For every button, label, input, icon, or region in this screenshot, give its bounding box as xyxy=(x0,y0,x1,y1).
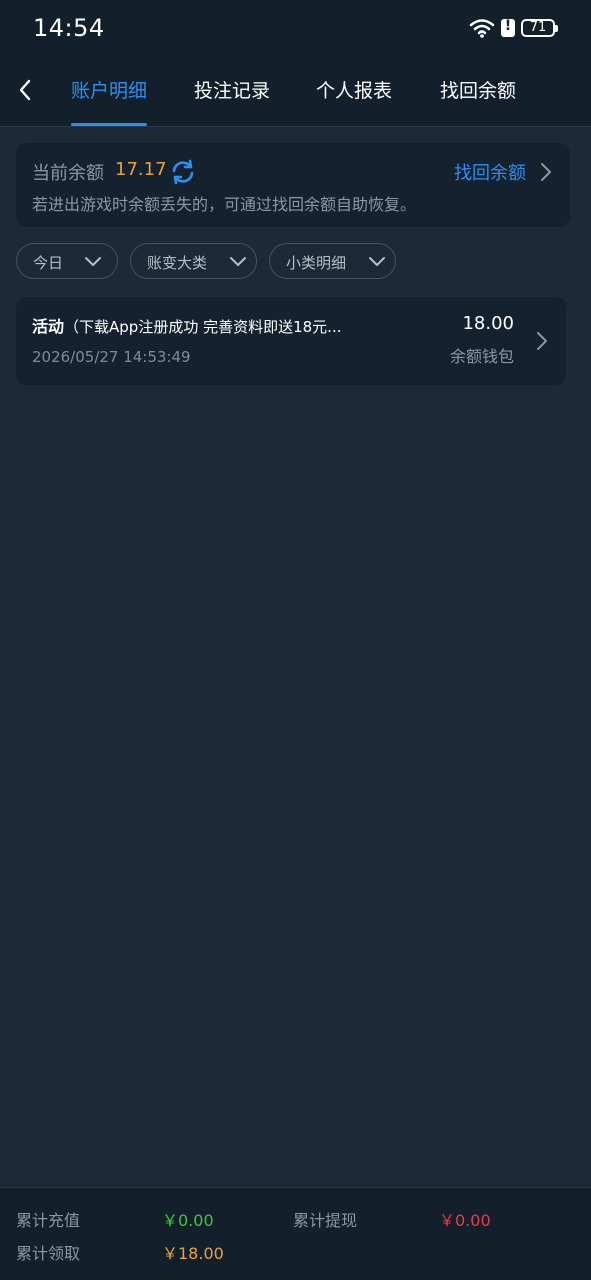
chevron-right-icon[interactable] xyxy=(538,161,554,183)
recover-balance-link[interactable]: 找回余额 xyxy=(454,159,526,185)
record-wallet: 余额钱包 xyxy=(449,347,514,366)
filter-label: 账变大类 xyxy=(147,254,208,272)
chevron-right-icon xyxy=(537,332,547,350)
tab-recover-balance[interactable]: 找回余额 xyxy=(440,76,516,126)
tab-label: 账户明细 xyxy=(71,80,148,102)
tab-label: 个人报表 xyxy=(316,80,393,102)
withdraw-value: ￥0.00 xyxy=(439,1211,491,1230)
record-description: （下载App注册成功 完善资料即送18元... xyxy=(64,318,342,336)
battery-icon: 71 xyxy=(521,19,558,37)
alert-icon xyxy=(501,18,515,37)
tab-active-indicator xyxy=(71,123,148,126)
screen: 14:54 71 账户明细 投注记录 个人报表 找回余额 xyxy=(0,0,591,1280)
status-icons: 71 xyxy=(469,16,558,40)
tab-label: 投注记录 xyxy=(194,80,271,102)
chevron-down-icon xyxy=(85,257,101,266)
filter-label: 小类明细 xyxy=(286,254,347,272)
tab-bet-records[interactable]: 投注记录 xyxy=(194,76,270,126)
withdraw-label: 累计提现 xyxy=(293,1211,358,1230)
balance-label: 当前余额 xyxy=(32,163,104,184)
refresh-icon[interactable] xyxy=(170,159,196,185)
claim-label: 累计领取 xyxy=(16,1244,81,1263)
balance-card: 当前余额 17.17 找回余额 若进出游戏时余额丢失的，可通过找回余额自助恢复。 xyxy=(16,143,570,227)
record-time: 2026/05/27 14:53:49 xyxy=(32,348,191,366)
back-button[interactable] xyxy=(12,76,40,104)
record-category: 活动 xyxy=(32,317,65,336)
status-time: 14:54 xyxy=(33,14,105,42)
filter-category[interactable]: 账变大类 xyxy=(130,243,257,279)
filter-label: 今日 xyxy=(33,254,64,272)
balance-value: 17.17 xyxy=(115,159,167,180)
summary-footer: 累计充值 ￥0.00 累计提现 ￥0.00 累计领取 ￥18.00 xyxy=(0,1187,591,1280)
filter-subcategory[interactable]: 小类明细 xyxy=(269,243,396,279)
filter-date[interactable]: 今日 xyxy=(16,243,118,279)
balance-hint: 若进出游戏时余额丢失的，可通过找回余额自助恢复。 xyxy=(32,195,417,214)
record-amount: 18.00 xyxy=(462,313,514,334)
chevron-down-icon xyxy=(369,257,385,266)
status-bar: 14:54 71 xyxy=(0,0,591,56)
recharge-label: 累计充值 xyxy=(16,1211,81,1230)
chevron-down-icon xyxy=(230,257,246,266)
tab-header: 账户明细 投注记录 个人报表 找回余额 xyxy=(0,56,591,127)
recharge-value: ￥0.00 xyxy=(162,1211,214,1230)
tab-account-detail[interactable]: 账户明细 xyxy=(71,76,148,126)
tab-personal-report[interactable]: 个人报表 xyxy=(316,76,392,126)
wifi-icon xyxy=(469,19,495,38)
record-item[interactable]: 活动（下载App注册成功 完善资料即送18元... 2026/05/27 14:… xyxy=(16,297,566,385)
claim-value: ￥18.00 xyxy=(162,1244,224,1263)
record-title: 活动（下载App注册成功 完善资料即送18元... xyxy=(32,313,372,337)
tab-label: 找回余额 xyxy=(440,80,517,102)
